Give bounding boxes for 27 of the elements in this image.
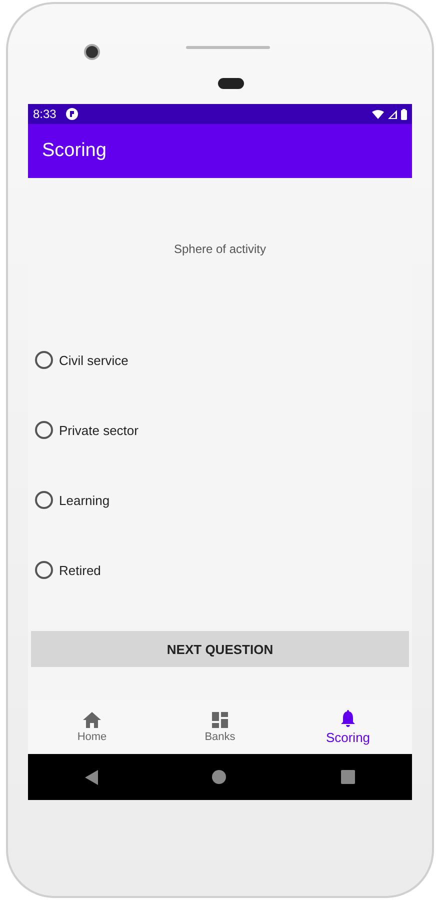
nav-tab[interactable]: Scoring (284, 700, 412, 754)
next-question-button[interactable]: NEXT QUESTION (31, 631, 409, 667)
radio-option[interactable]: Learning (31, 491, 110, 509)
radio-option[interactable]: Retired (31, 561, 101, 579)
bell-icon (341, 710, 355, 726)
earpiece (218, 78, 244, 89)
home-icon (83, 712, 101, 728)
radio-button[interactable] (35, 421, 53, 439)
radio-option[interactable]: Civil service (31, 351, 128, 369)
radio-option[interactable]: Private sector (31, 421, 138, 439)
camera-icon (84, 44, 100, 60)
status-time: 8:33 (33, 107, 56, 121)
signal-icon (388, 110, 397, 118)
battery-icon (401, 108, 407, 120)
back-icon[interactable] (85, 770, 98, 784)
radio-button[interactable] (35, 491, 53, 509)
recents-square-icon[interactable] (340, 770, 355, 784)
question-text: Sphere of activity (172, 242, 268, 256)
nav-tab[interactable]: Banks (156, 700, 284, 754)
nav-tab[interactable]: Home (28, 700, 156, 754)
radio-button[interactable] (35, 561, 53, 579)
radio-button[interactable] (35, 351, 53, 369)
app-bar-title: Scoring (42, 140, 106, 162)
wifi-icon (372, 110, 384, 118)
dashboard-icon (212, 712, 228, 728)
notification-icon (66, 108, 78, 120)
home-circle-icon[interactable] (212, 770, 226, 784)
